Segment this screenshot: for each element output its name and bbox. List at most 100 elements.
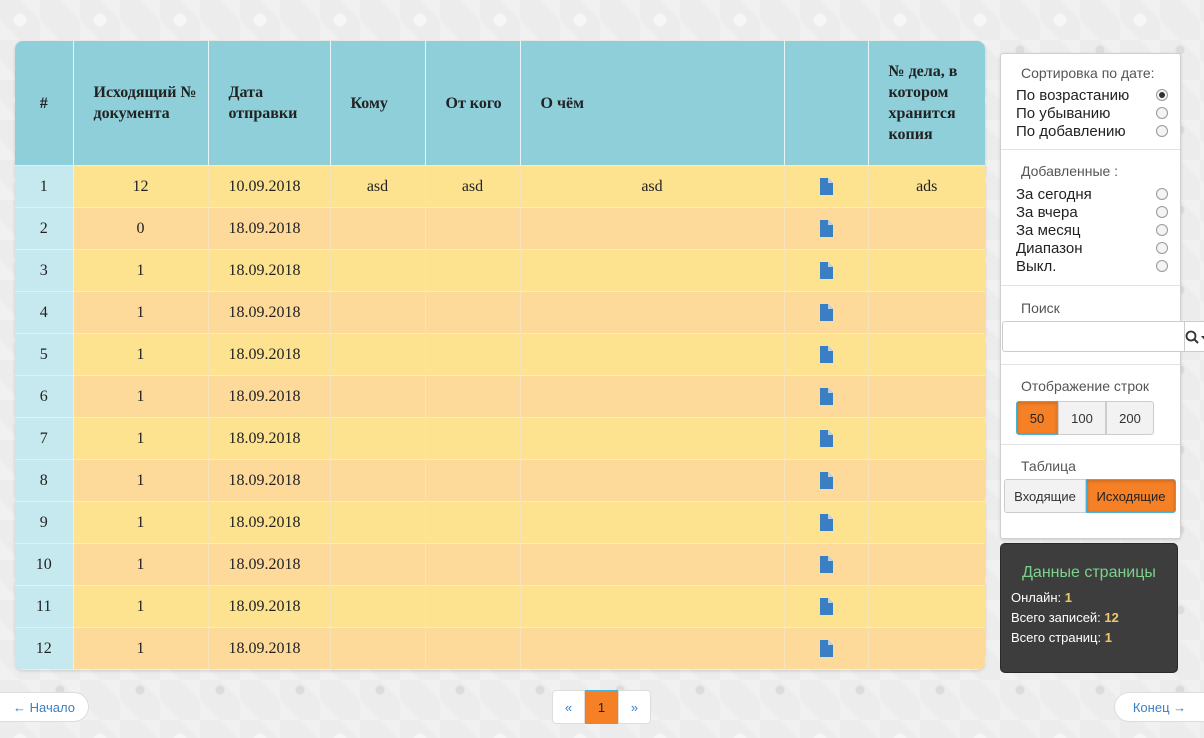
added-option[interactable]: За месяц xyxy=(1001,221,1180,239)
document-icon[interactable] xyxy=(819,388,833,406)
table-type-button[interactable]: Исходящие xyxy=(1086,479,1176,513)
table-row[interactable]: 7 1 18.09.2018 xyxy=(15,417,985,460)
cell-num: 4 xyxy=(15,291,74,334)
prev-page-button[interactable]: « xyxy=(552,690,585,724)
sort-option[interactable]: По возрастанию xyxy=(1001,86,1180,104)
column-header-send-date[interactable]: Дата отправки xyxy=(208,41,331,166)
cell-case xyxy=(868,501,985,544)
document-icon[interactable] xyxy=(819,472,833,490)
document-icon[interactable] xyxy=(819,178,833,196)
cell-to xyxy=(330,291,426,334)
last-page-button[interactable]: Конец → xyxy=(1114,692,1204,722)
cell-to xyxy=(330,375,426,418)
cell-num: 5 xyxy=(15,333,74,376)
column-header-to[interactable]: Кому xyxy=(330,41,426,166)
added-section: Добавленные : За сегодня За вчера За месяц… xyxy=(1001,150,1180,286)
sort-radio[interactable] xyxy=(1156,107,1168,119)
cell-from xyxy=(425,417,521,460)
sort-option[interactable]: По убыванию xyxy=(1001,104,1180,122)
cell-to xyxy=(330,459,426,502)
added-radio[interactable] xyxy=(1156,206,1168,218)
added-option[interactable]: За вчера xyxy=(1001,203,1180,221)
sort-radio[interactable] xyxy=(1156,89,1168,101)
document-icon[interactable] xyxy=(819,556,833,574)
rows-display-title: Отображение строк xyxy=(1021,378,1150,394)
document-icon[interactable] xyxy=(819,262,833,280)
rows-display-button[interactable]: 200 xyxy=(1106,401,1154,435)
document-icon[interactable] xyxy=(819,220,833,238)
cell-num: 3 xyxy=(15,249,74,292)
table-row[interactable]: 5 1 18.09.2018 xyxy=(15,333,985,376)
document-icon[interactable] xyxy=(819,430,833,448)
table-row[interactable]: 4 1 18.09.2018 xyxy=(15,291,985,334)
table-row[interactable]: 9 1 18.09.2018 xyxy=(15,501,985,544)
document-icon[interactable] xyxy=(819,598,833,616)
cell-file xyxy=(784,165,869,208)
added-option[interactable]: Выкл. xyxy=(1001,257,1180,275)
document-icon[interactable] xyxy=(819,346,833,364)
cell-num: 6 xyxy=(15,375,74,418)
online-line: Онлайн: 1 xyxy=(1011,588,1177,608)
added-radio[interactable] xyxy=(1156,224,1168,236)
cell-case xyxy=(868,375,985,418)
records-value: 12 xyxy=(1104,610,1119,625)
cell-about xyxy=(520,375,785,418)
cell-about xyxy=(520,501,785,544)
document-icon[interactable] xyxy=(819,304,833,322)
cell-file xyxy=(784,585,869,628)
cell-doc-number: 0 xyxy=(73,207,209,250)
document-icon[interactable] xyxy=(819,514,833,532)
cell-about: asd xyxy=(520,165,785,208)
search-dropdown-button[interactable] xyxy=(1185,321,1204,352)
first-page-button[interactable]: ← Начало xyxy=(0,692,89,722)
table-row[interactable]: 6 1 18.09.2018 xyxy=(15,375,985,418)
table-row[interactable]: 12 1 18.09.2018 xyxy=(15,627,985,669)
cell-num: 1 xyxy=(15,165,74,208)
table-row[interactable]: 8 1 18.09.2018 xyxy=(15,459,985,502)
column-header-num[interactable]: # xyxy=(15,41,74,166)
column-header-doc-number[interactable]: Исходящий № документа xyxy=(73,41,209,166)
added-option[interactable]: Диапазон xyxy=(1001,239,1180,257)
cell-doc-number: 1 xyxy=(73,543,209,586)
page-1-button[interactable]: 1 xyxy=(585,690,618,724)
column-header-case[interactable]: № дела, в котором хранится копия xyxy=(868,41,985,166)
sort-radio[interactable] xyxy=(1156,125,1168,137)
cell-case xyxy=(868,543,985,586)
cell-case xyxy=(868,207,985,250)
added-radio[interactable] xyxy=(1156,242,1168,254)
cell-file xyxy=(784,249,869,292)
column-header-about[interactable]: О чём xyxy=(520,41,785,166)
cell-to xyxy=(330,543,426,586)
cell-about xyxy=(520,207,785,250)
column-header-from[interactable]: От кого xyxy=(425,41,521,166)
cell-from xyxy=(425,585,521,628)
cell-num: 8 xyxy=(15,459,74,502)
search-input[interactable] xyxy=(1002,321,1185,352)
cell-doc-number: 1 xyxy=(73,291,209,334)
rows-display-button[interactable]: 50 xyxy=(1016,401,1058,435)
document-icon[interactable] xyxy=(819,640,833,658)
cell-to xyxy=(330,207,426,250)
table-type-title: Таблица xyxy=(1021,458,1076,474)
table-type-button[interactable]: Входящие xyxy=(1004,479,1086,513)
table-row[interactable]: 1 12 10.09.2018 asd asd asd ads xyxy=(15,165,985,208)
cell-send-date: 18.09.2018 xyxy=(208,543,331,586)
next-page-button[interactable]: » xyxy=(618,690,651,724)
added-option[interactable]: За сегодня xyxy=(1001,185,1180,203)
rows-display-button[interactable]: 100 xyxy=(1058,401,1106,435)
cell-to xyxy=(330,333,426,376)
cell-send-date: 18.09.2018 xyxy=(208,291,331,334)
table-row[interactable]: 3 1 18.09.2018 xyxy=(15,249,985,292)
added-radio[interactable] xyxy=(1156,260,1168,272)
table-row[interactable]: 10 1 18.09.2018 xyxy=(15,543,985,586)
cell-doc-number: 1 xyxy=(73,585,209,628)
sort-section: Сортировка по дате: По возрастанию По убы… xyxy=(1001,54,1180,150)
table-row[interactable]: 2 0 18.09.2018 xyxy=(15,207,985,250)
sort-option[interactable]: По добавлению xyxy=(1001,122,1180,140)
added-option-label: Выкл. xyxy=(1016,257,1057,275)
added-radio[interactable] xyxy=(1156,188,1168,200)
table-row[interactable]: 11 1 18.09.2018 xyxy=(15,585,985,628)
outgoing-documents-table: # Исходящий № документа Дата отправки Ко… xyxy=(15,41,985,669)
cell-file xyxy=(784,207,869,250)
sort-option-label: По возрастанию xyxy=(1016,86,1130,104)
